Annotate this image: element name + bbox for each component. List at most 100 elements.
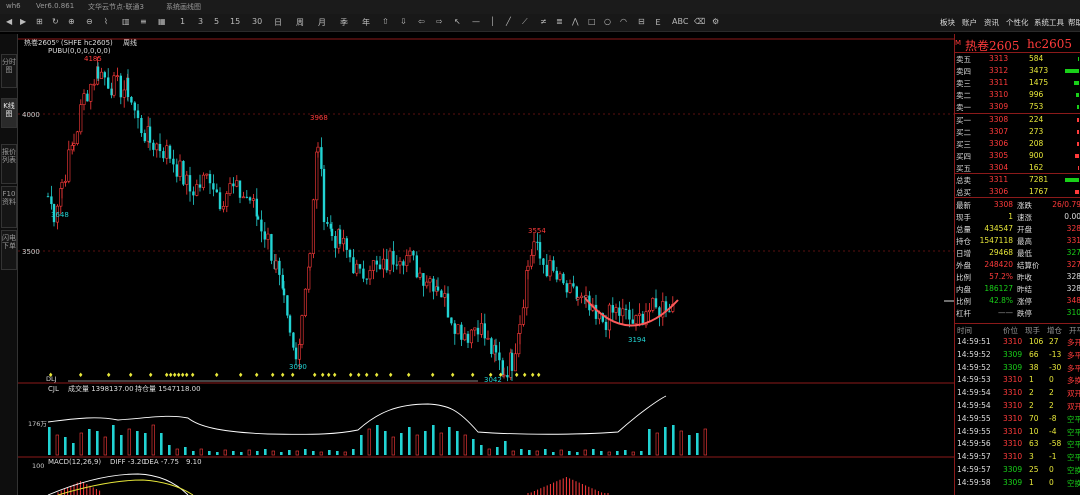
period-30m[interactable]: 30 <box>252 17 262 26</box>
stat-label: 昨收 <box>1017 273 1032 282</box>
tab-quote-list[interactable]: 报价列表 <box>1 144 17 184</box>
stat-value: 3308 <box>993 200 1013 209</box>
volume-bar <box>688 435 691 455</box>
tab-kline[interactable]: K线图 <box>1 98 17 128</box>
volume-bar <box>664 427 667 455</box>
tick-volume: 2 <box>1029 388 1034 398</box>
tick-type: 空平 <box>1067 453 1080 463</box>
tick-oi-change: 0 <box>1049 477 1054 487</box>
signal-marker: ♦ <box>348 372 353 379</box>
trendline-icon[interactable]: ╱ <box>506 17 511 26</box>
hline-icon[interactable]: — <box>472 17 480 26</box>
up-arrow-icon[interactable]: ⇧ <box>382 17 389 26</box>
line-chart-icon[interactable]: ⌇ <box>104 17 108 26</box>
tick-volume: 66 <box>1029 349 1039 359</box>
gann-icon[interactable]: ⊟ <box>638 17 645 26</box>
candle-body <box>402 261 405 266</box>
candle-body <box>168 145 172 159</box>
volume-bar <box>448 427 451 455</box>
tab-timeshare[interactable]: 分时图 <box>1 54 17 88</box>
arc-icon[interactable]: ◠ <box>620 17 627 26</box>
label-peak-3968: 3968 <box>310 114 328 122</box>
menu-sector[interactable]: 板块 <box>940 17 955 28</box>
tab-flash-order[interactable]: 闪电下单 <box>1 230 17 270</box>
wave-icon[interactable]: ⋀ <box>572 17 579 26</box>
menu-news[interactable]: 资讯 <box>984 17 999 28</box>
forward-icon[interactable]: ▶ <box>20 17 26 26</box>
ray-icon[interactable]: ⟋ <box>522 17 528 27</box>
right-arrow-icon[interactable]: ⇨ <box>436 17 443 26</box>
menu-account[interactable]: 账户 <box>962 17 977 28</box>
menu-system-tools[interactable]: 系统工具 <box>1034 17 1064 28</box>
stat-value: 186127 <box>984 284 1013 293</box>
down-arrow-icon[interactable]: ⇩ <box>400 17 407 26</box>
left-arrow-icon[interactable]: ⇦ <box>418 17 425 26</box>
zoom-out-icon[interactable]: ⊖ <box>86 17 93 26</box>
server-node[interactable]: 文华云节点-联通3 <box>88 2 144 12</box>
settings-icon[interactable]: ⚙ <box>712 17 719 26</box>
macd-dea-line <box>57 479 194 495</box>
candle-body <box>208 174 212 184</box>
candle-body <box>316 146 320 153</box>
candle-body <box>212 183 215 190</box>
menu-personalize[interactable]: 个性化 <box>1006 17 1029 28</box>
refresh-icon[interactable]: ↻ <box>52 17 59 26</box>
circle-icon[interactable]: ○ <box>604 17 611 26</box>
rect-icon[interactable]: □ <box>588 17 596 26</box>
candle-body <box>320 147 323 169</box>
candle-body <box>381 258 385 270</box>
text-icon[interactable]: Ｅ <box>654 17 662 28</box>
signal-marker: ♦ <box>214 372 219 379</box>
candle-body <box>352 257 355 274</box>
divider <box>955 197 1080 198</box>
ask-volume: 1475 <box>1029 78 1049 87</box>
back-icon[interactable]: ◀ <box>6 17 12 26</box>
period-quarter[interactable]: 季 <box>340 17 348 28</box>
stat-row: 比例 57.2% 昨收 328 <box>955 271 1080 283</box>
candle-body <box>70 145 74 151</box>
tick-time: 14:59:56 <box>957 439 991 449</box>
bid-label: 买二 <box>956 128 971 137</box>
period-1m[interactable]: 1 <box>180 17 185 26</box>
list-icon[interactable]: ≡ <box>140 17 147 26</box>
menu-help[interactable]: 帮助 <box>1068 17 1080 28</box>
candle-body <box>205 173 209 176</box>
total-depth-bar <box>1075 190 1079 194</box>
zoom-in-icon[interactable]: ⊕ <box>68 17 75 26</box>
eraser-icon[interactable]: ⌫ <box>694 17 705 26</box>
bar-chart-icon[interactable]: ▥ <box>122 17 130 26</box>
candle-body <box>300 315 304 345</box>
candle-body <box>338 229 342 244</box>
kline-chart[interactable]: 热卷2605⁰ (SHFE hc2605) 周线 PUBU(0,0,0,0,0,… <box>18 34 954 495</box>
candle-body <box>266 233 270 240</box>
tab-f10[interactable]: F10资料 <box>1 186 17 228</box>
vline-icon[interactable]: │ <box>490 17 495 26</box>
candle-body <box>218 192 222 210</box>
table-icon[interactable]: ▦ <box>158 17 166 26</box>
cursor-icon[interactable]: ↖ <box>454 17 461 26</box>
signal-marker: ♦ <box>320 372 325 379</box>
period-week[interactable]: 周 <box>296 17 304 28</box>
candle-body <box>133 102 136 111</box>
tick-oi-change: -13 <box>1049 349 1062 359</box>
channel-icon[interactable]: ≠ <box>540 17 547 26</box>
candle-body <box>565 283 568 293</box>
abc-icon[interactable]: ABC <box>672 17 688 26</box>
volume-bar <box>55 434 59 456</box>
chart-area[interactable]: 热卷2605⁰ (SHFE hc2605) 周线 PUBU(0,0,0,0,0,… <box>18 34 954 495</box>
period-day[interactable]: 日 <box>274 17 282 28</box>
period-15m[interactable]: 15 <box>230 17 240 26</box>
fib-icon[interactable]: ≣ <box>556 17 563 26</box>
drawing-menu[interactable]: 系统画线图 <box>166 2 201 12</box>
grid-icon[interactable]: ⊞ <box>36 17 43 26</box>
candle-body <box>82 93 86 105</box>
candle-body <box>422 273 425 286</box>
signal-marker: ♦ <box>364 372 369 379</box>
candle-body <box>263 231 266 240</box>
candle-body <box>572 283 575 287</box>
period-month[interactable]: 月 <box>318 17 326 28</box>
candle-body <box>405 255 409 266</box>
period-5m[interactable]: 5 <box>214 17 219 26</box>
period-year[interactable]: 年 <box>362 17 370 28</box>
period-3m[interactable]: 3 <box>198 17 203 26</box>
